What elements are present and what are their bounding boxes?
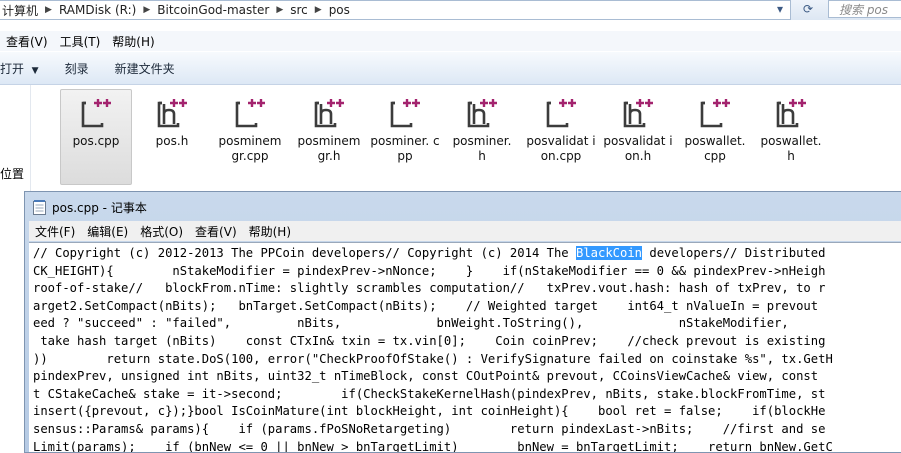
file-item[interactable]: posminer. cpp: [369, 89, 441, 185]
code-text-segment: pindexPrev, unsigned int nBits, uint32_t…: [33, 369, 819, 384]
code-text-segment: Limit(params); if (bnNew <= 0 || bnNew >…: [33, 439, 833, 452]
file-item[interactable]: posminem gr.h: [293, 89, 365, 185]
cpp-file-icon: [235, 99, 265, 128]
header-file-icon: [314, 99, 344, 128]
code-text-segment: )) return state.DoS(100, error("CheckPro…: [33, 351, 833, 366]
breadcrumb-project[interactable]: BitcoinGod-master: [155, 3, 271, 17]
chevron-down-icon: ▼: [31, 65, 39, 76]
search-input[interactable]: 搜索 pos: [828, 0, 901, 18]
file-name-label: posminem gr.h: [297, 134, 361, 163]
code-text-segment: take hash target (nBits) const CTxIn& tx…: [33, 333, 826, 348]
menu-tools[interactable]: 工具(T): [54, 33, 107, 50]
notepad-title: pos.cpp - 记事本: [52, 200, 147, 215]
text-editor-area[interactable]: // Copyright (c) 2012-2013 The PPCoin de…: [29, 242, 901, 452]
open-button-label: 打开: [0, 61, 25, 76]
header-file-icon: [157, 99, 187, 128]
address-bar[interactable]: 计算机 ▶ RAMDisk (R:) ▶ BitcoinGod-master ▶…: [0, 0, 791, 20]
code-text-segment: // Copyright (c) 2012-2013 The PPCoin de…: [33, 246, 576, 260]
code-line: t CStakeCache& stake = it->second; if(Ch…: [33, 386, 833, 404]
code-line: CK_HEIGHT){ nStakeModifier = pindexPrev-…: [33, 263, 833, 281]
header-file-icon: [467, 99, 497, 128]
code-text-segment: t CStakeCache& stake = it->second; if(Ch…: [33, 386, 826, 401]
burn-button[interactable]: 刻录: [49, 60, 99, 77]
cpp-file-icon: [81, 99, 111, 128]
breadcrumb-ramdisk[interactable]: RAMDisk (R:): [57, 3, 138, 17]
menu-edit[interactable]: 编辑(E): [81, 223, 134, 240]
code-text-segment: eed ? "succeed" : "failed", nBits, bnWei…: [33, 316, 789, 331]
file-item[interactable]: pos.cpp: [60, 89, 132, 185]
notepad-window: pos.cpp - 记事本 文件(F) 编辑(E) 格式(O) 查看(V) 帮助…: [24, 191, 901, 453]
menu-view[interactable]: 查看(V): [0, 33, 54, 50]
notepad-titlebar[interactable]: pos.cpp - 记事本: [33, 198, 147, 216]
refresh-icon[interactable]: ⟳: [800, 1, 816, 17]
file-name-label: posvalidat ion.h: [603, 134, 673, 163]
code-line: // Copyright (c) 2012-2013 The PPCoin de…: [33, 245, 833, 263]
explorer-toolbar: 打开 ▼ 刻录 新建文件夹: [0, 52, 901, 85]
file-item[interactable]: poswallet. h: [755, 89, 827, 185]
search-placeholder: 搜索 pos: [839, 2, 889, 17]
file-name-label: posminem gr.cpp: [218, 134, 282, 163]
menu-help[interactable]: 帮助(H): [243, 223, 297, 240]
header-file-icon: [776, 99, 806, 128]
cpp-file-icon: [700, 99, 730, 128]
breadcrumb-separator-icon[interactable]: ▶: [271, 5, 288, 15]
file-item[interactable]: poswallet. cpp: [679, 89, 751, 185]
code-text-segment: arget2.SetCompact(nBits); bnTarget.SetCo…: [33, 298, 819, 313]
code-text-segment: developers// Distributed: [642, 246, 826, 260]
code-line: )) return state.DoS(100, error("CheckPro…: [33, 351, 833, 369]
breadcrumb-separator-icon[interactable]: ▶: [40, 5, 57, 15]
code-text: // Copyright (c) 2012-2013 The PPCoin de…: [33, 245, 833, 452]
menu-format[interactable]: 格式(O): [134, 223, 189, 240]
cpp-file-icon: [390, 99, 420, 128]
file-name-label: posminer. cpp: [370, 134, 440, 163]
file-name-label: poswallet. cpp: [684, 134, 746, 163]
code-line: Limit(params); if (bnNew <= 0 || bnNew >…: [33, 439, 833, 452]
code-text-segment: roof-of-stake// blockFrom.nTime: slightl…: [33, 281, 826, 296]
file-item[interactable]: posminer. h: [446, 89, 518, 185]
menu-help[interactable]: 帮助(H): [106, 33, 160, 50]
selected-text[interactable]: BlackCoin: [575, 246, 643, 260]
file-name-label: poswallet. h: [760, 134, 822, 163]
file-item[interactable]: posminem gr.cpp: [214, 89, 286, 185]
breadcrumb-separator-icon[interactable]: ▶: [138, 5, 155, 15]
open-button[interactable]: 打开 ▼: [0, 60, 49, 77]
new-folder-button[interactable]: 新建文件夹: [99, 60, 185, 77]
code-line: insert({prevout, c});}bool IsCoinMature(…: [33, 403, 833, 421]
cpp-file-icon: [546, 99, 576, 128]
breadcrumb-separator-icon[interactable]: ▶: [310, 5, 327, 15]
code-text-segment: insert({prevout, c});}bool IsCoinMature(…: [33, 404, 826, 419]
menu-view[interactable]: 查看(V): [189, 223, 243, 240]
menu-file[interactable]: 文件(F): [29, 223, 81, 240]
file-item[interactable]: posvalidat ion.cpp: [525, 89, 597, 185]
header-file-icon: [623, 99, 653, 128]
code-line: pindexPrev, unsigned int nBits, uint32_t…: [33, 368, 833, 386]
file-name-label: pos.h: [155, 134, 189, 148]
code-text-segment: sensus::Params& params){ if (params.fPoS…: [33, 421, 826, 436]
code-line: arget2.SetCompact(nBits); bnTarget.SetCo…: [33, 298, 833, 316]
code-line: take hash target (nBits) const CTxIn& tx…: [33, 333, 833, 351]
notepad-menubar: 文件(F) 编辑(E) 格式(O) 查看(V) 帮助(H): [29, 221, 901, 241]
address-dropdown-icon[interactable]: ▾: [772, 1, 788, 17]
code-text-segment: CK_HEIGHT){ nStakeModifier = pindexPrev-…: [33, 263, 826, 278]
notepad-icon: [33, 199, 46, 215]
file-name-label: posvalidat ion.cpp: [526, 134, 596, 163]
breadcrumb-computer[interactable]: 计算机: [0, 2, 40, 19]
file-item[interactable]: posvalidat ion.h: [602, 89, 674, 185]
address-bar-strip: 计算机 ▶ RAMDisk (R:) ▶ BitcoinGod-master ▶…: [0, 0, 901, 20]
explorer-menubar: 查看(V) 工具(T) 帮助(H): [0, 31, 901, 51]
code-line: sensus::Params& params){ if (params.fPoS…: [33, 421, 833, 439]
code-line: eed ? "succeed" : "failed", nBits, bnWei…: [33, 315, 833, 333]
file-name-label: pos.cpp: [72, 134, 120, 148]
breadcrumb-pos[interactable]: pos: [327, 3, 352, 17]
file-name-label: posminer. h: [452, 134, 512, 163]
nav-item-locations[interactable]: 位置: [0, 165, 24, 182]
code-line: roof-of-stake// blockFrom.nTime: slightl…: [33, 280, 833, 298]
file-item[interactable]: pos.h: [136, 89, 208, 185]
breadcrumb-src[interactable]: src: [288, 3, 310, 17]
